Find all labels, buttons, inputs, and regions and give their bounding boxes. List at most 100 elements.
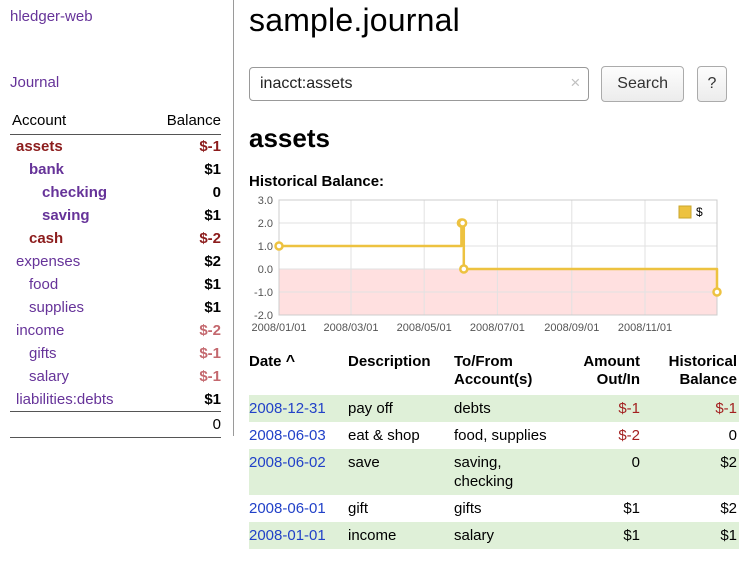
chart-canvas: 3.02.01.00.0-1.0-2.02008/01/012008/03/01… xyxy=(249,195,723,335)
chart-title: Historical Balance: xyxy=(249,173,727,190)
account-link-checking[interactable]: checking xyxy=(42,183,107,202)
accounts-header-row: Account Balance xyxy=(10,110,221,135)
account-balance: $1 xyxy=(148,204,221,227)
account-link-bank[interactable]: bank xyxy=(29,160,64,179)
accounts-header-balance: Balance xyxy=(148,110,221,135)
svg-text:1.0: 1.0 xyxy=(258,241,273,253)
svg-text:2008/07/01: 2008/07/01 xyxy=(470,322,525,334)
page-title: sample.journal xyxy=(249,2,727,39)
svg-text:-2.0: -2.0 xyxy=(254,310,273,322)
transaction-accounts: saving, checking xyxy=(454,449,566,495)
register-header-balance: Historical Balance xyxy=(648,351,739,395)
account-link-assets[interactable]: assets xyxy=(16,137,63,156)
account-link-salary[interactable]: salary xyxy=(29,367,69,386)
account-title: assets xyxy=(249,123,727,154)
accounts-table-body: assets$-1bank$1checking0saving$1cash$-2e… xyxy=(10,135,221,412)
account-row: supplies$1 xyxy=(10,296,221,319)
account-link-food[interactable]: food xyxy=(29,275,58,294)
svg-text:0.0: 0.0 xyxy=(258,264,273,276)
chart-point xyxy=(460,266,467,273)
register-row: 2008-06-02 savesaving, checking0$2 xyxy=(249,449,739,495)
transaction-accounts: salary xyxy=(454,522,566,549)
register-table-body: 2008-12-31pay offdebts$-1$-1 2008-06-03 ea… xyxy=(249,395,739,549)
svg-text:2.0: 2.0 xyxy=(258,218,273,230)
account-row: cash$-2 xyxy=(10,227,221,250)
account-balance: $-2 xyxy=(148,319,221,342)
transaction-date-link[interactable]: 2008-12-31 xyxy=(249,400,326,417)
account-link-liabilities-debts[interactable]: liabilities:debts xyxy=(16,390,114,409)
account-link-gifts[interactable]: gifts xyxy=(29,344,57,363)
date-header-label: Date xyxy=(249,353,282,370)
account-balance: $1 xyxy=(148,388,221,412)
account-link-income[interactable]: income xyxy=(16,321,64,340)
svg-text:3.0: 3.0 xyxy=(258,195,273,207)
account-link-cash[interactable]: cash xyxy=(29,229,63,248)
account-balance: $1 xyxy=(148,158,221,181)
account-balance: $2 xyxy=(148,250,221,273)
transaction-balance: $2 xyxy=(648,495,739,522)
transaction-date-link[interactable]: 2008-01-01 xyxy=(249,527,326,544)
transaction-description: save xyxy=(348,449,454,495)
transaction-accounts: gifts xyxy=(454,495,566,522)
accounts-header-account: Account xyxy=(10,110,148,135)
svg-text:-1.0: -1.0 xyxy=(254,287,273,299)
transaction-date-link[interactable]: 2008-06-01 xyxy=(249,500,326,517)
svg-text:2008/01/01: 2008/01/01 xyxy=(251,322,306,334)
transaction-date-link[interactable]: 2008-06-03 xyxy=(249,427,326,444)
account-balance: $-1 xyxy=(148,135,221,159)
transaction-accounts: food, supplies xyxy=(454,422,566,449)
account-balance: $-1 xyxy=(148,342,221,365)
chart-point xyxy=(276,243,283,250)
account-row: salary $-1 xyxy=(10,365,221,388)
legend-swatch xyxy=(679,206,691,218)
register-header-description: Description xyxy=(348,351,454,395)
accounts-table: Account Balance assets $-1 bank $1 checking 0… xyxy=(10,110,221,438)
historical-balance-chart: 3.02.01.00.0-1.0-2.02008/01/012008/03/01… xyxy=(249,195,727,339)
account-balance: 0 xyxy=(148,181,221,204)
svg-text:2008/05/01: 2008/05/01 xyxy=(397,322,452,334)
search-button[interactable]: Search xyxy=(601,66,684,102)
accounts-total-row: 0 xyxy=(10,412,221,438)
account-link-expenses[interactable]: expenses xyxy=(16,252,80,271)
account-row: assets $-1 xyxy=(10,135,221,159)
sort-ascending-icon: ^ xyxy=(286,353,295,370)
transaction-amount: $-1 xyxy=(566,395,648,422)
transaction-amount: $1 xyxy=(566,522,648,549)
register-header-date[interactable]: Date ^ xyxy=(249,351,348,395)
accounts-total-spacer xyxy=(10,412,148,438)
account-row: gifts $-1 xyxy=(10,342,221,365)
sidebar-item-journal[interactable]: Journal xyxy=(10,74,221,91)
svg-text:2008/11/01: 2008/11/01 xyxy=(618,322,672,334)
account-row: income $-2 xyxy=(10,319,221,342)
transaction-balance: $2 xyxy=(648,449,739,495)
account-link-supplies[interactable]: supplies xyxy=(29,298,84,317)
help-button[interactable]: ? xyxy=(697,66,727,102)
search-input[interactable] xyxy=(249,67,589,101)
account-balance: $-1 xyxy=(148,365,221,388)
app-window: hledger-web Journal Account Balance asse… xyxy=(0,0,742,549)
transaction-balance: $1 xyxy=(648,522,739,549)
search-input-wrap: × xyxy=(249,67,589,101)
register-row: 2008-12-31pay offdebts$-1$-1 xyxy=(249,395,739,422)
chart-point xyxy=(714,289,721,296)
account-link-saving[interactable]: saving xyxy=(42,206,90,225)
account-row: bank $1 xyxy=(10,158,221,181)
register-header-row: Date ^ Description To/From Account(s) Am… xyxy=(249,351,739,395)
svg-text:2008/09/01: 2008/09/01 xyxy=(544,322,599,334)
transaction-amount: $1 xyxy=(566,495,648,522)
account-row: expenses $2 xyxy=(10,250,221,273)
transaction-description: eat & shop xyxy=(348,422,454,449)
account-row: saving $1 xyxy=(10,204,221,227)
account-row: checking 0 xyxy=(10,181,221,204)
register-row: 2008-06-03eat & shopfood, supplies$-20 xyxy=(249,422,739,449)
app-title-link[interactable]: hledger-web xyxy=(10,8,221,25)
chart-point xyxy=(459,220,466,227)
account-row: liabilities:debts $1 xyxy=(10,388,221,412)
sidebar: hledger-web Journal Account Balance asse… xyxy=(0,0,234,436)
account-row: food$1 xyxy=(10,273,221,296)
search-form: × Search ? xyxy=(249,66,727,102)
transaction-amount: 0 xyxy=(566,449,648,495)
clear-search-icon[interactable]: × xyxy=(570,73,580,93)
register-row: 2008-01-01incomesalary$1$1 xyxy=(249,522,739,549)
transaction-date-link[interactable]: 2008-06-02 xyxy=(249,454,326,471)
